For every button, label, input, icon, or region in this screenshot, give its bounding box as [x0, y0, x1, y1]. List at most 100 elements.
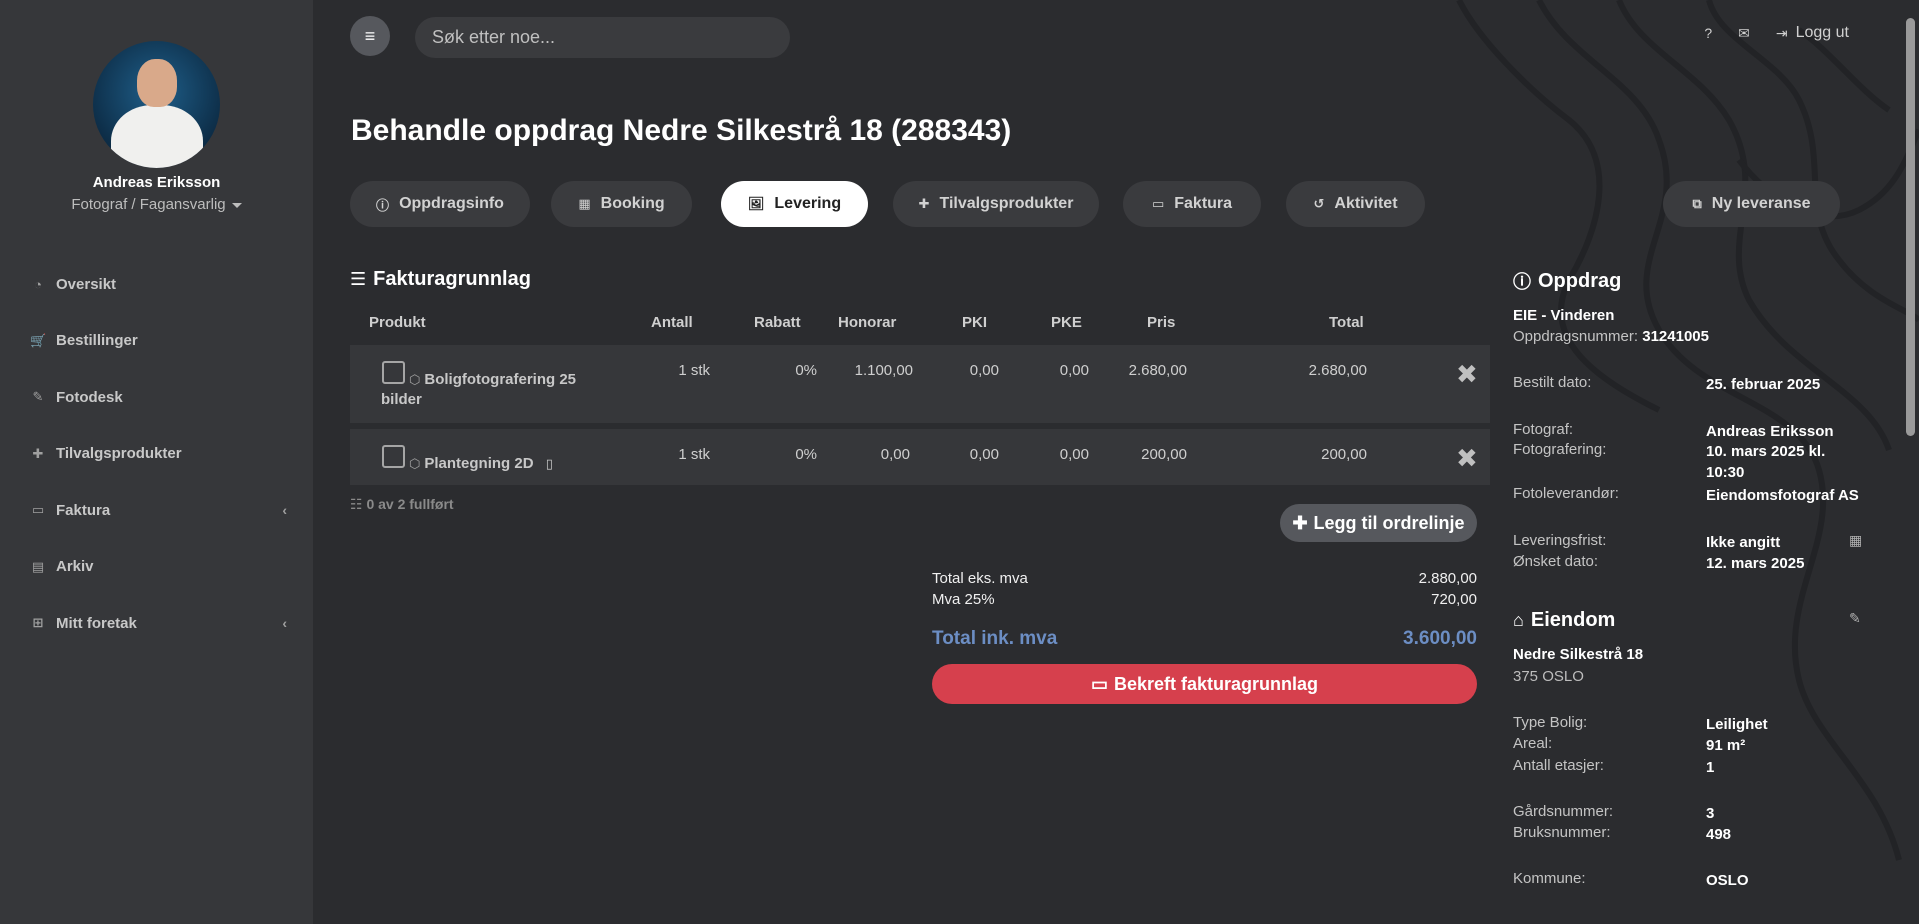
client-name: EIE - Vinderen [1513, 307, 1615, 324]
property-area-label: Areal: [1513, 735, 1553, 752]
logout-button[interactable]: ⇥ Logg ut [1776, 24, 1849, 42]
add-order-line-button[interactable]: ✚ Legg til ordrelinje [1280, 504, 1477, 542]
table-row: ⬡ Plantegning 2D ▯ 1 stk 0% 0,00 0,00 0,0… [350, 429, 1490, 485]
column-header: Produkt [369, 314, 426, 331]
sign-out-icon: ⇥ [1775, 24, 1788, 41]
delivery-deadline-label: Leveringsfrist: [1513, 532, 1607, 549]
top-actions: ? ✉ ⇥ Logg ut [1704, 24, 1849, 42]
caret-down-icon [231, 202, 242, 208]
search-input[interactable] [415, 17, 790, 58]
tab-label: Booking [600, 195, 665, 212]
vat-value: 720,00 [1431, 591, 1477, 608]
history-icon: ↺ [1313, 196, 1325, 211]
product-name-line1: Plantegning 2D [424, 455, 534, 472]
wished-date-value: 12. mars 2025 [1706, 555, 1805, 572]
credit-card-icon: ▭ [31, 502, 45, 518]
brush-icon: ✎ [32, 389, 44, 405]
property-address: Nedre Silkestrå 18 [1513, 646, 1644, 663]
total-cell: 2.680,00 [1308, 362, 1367, 379]
tab-booking[interactable]: ▦ Booking [551, 181, 692, 227]
assignment-heading: ⓘ Oppdrag [1513, 268, 1621, 294]
calendar-icon[interactable]: ▦ [1849, 532, 1862, 549]
municipality-value: OSLO [1706, 872, 1749, 889]
help-icon[interactable]: ? [1704, 25, 1712, 41]
property-heading: ⌂ Eiendom [1513, 609, 1615, 632]
column-header: PKE [1051, 314, 1082, 331]
sidebar-item-fotodesk[interactable]: ✎ Fotodesk [0, 369, 313, 426]
delete-row-button[interactable]: ✖ [1456, 445, 1478, 471]
photo-supplier-value: Eiendomsfotograf AS [1706, 487, 1859, 504]
pke-cell: 0,00 [1059, 362, 1089, 379]
add-order-line-label: Legg til ordrelinje [1313, 512, 1465, 533]
cube-icon: ⬡ [409, 372, 421, 387]
property-type-value: Leilighet [1706, 716, 1768, 733]
total-inc-vat-row: Total ink. mva 3.600,00 [932, 628, 1477, 650]
property-type: Type Bolig: Leilighet [1513, 714, 1873, 733]
farm-number: Gårdsnummer: 3 [1513, 803, 1873, 822]
dashboard-icon: ◔ [34, 276, 42, 292]
column-header: Pris [1147, 314, 1176, 331]
property-title: Eiendom [1530, 609, 1616, 631]
tab-oppdragsinfo[interactable]: ⓘ Oppdragsinfo [350, 181, 530, 227]
cart-icon: 🛒 [30, 332, 47, 348]
shoot-time-label: Fotografering: [1513, 441, 1607, 458]
fee-cell: 1.100,00 [854, 362, 913, 379]
municipality-label: Kommune: [1513, 870, 1586, 887]
photographer: Fotograf: Andreas Eriksson [1513, 421, 1873, 440]
avatar[interactable] [93, 41, 220, 168]
tab-faktura[interactable]: ▭ Faktura [1123, 181, 1261, 227]
tab-label: Ny leveranse [1711, 195, 1811, 212]
copy-icon: ⧉ [1692, 196, 1702, 211]
info-icon: ⓘ [376, 197, 390, 213]
product-name-line1: Boligfotografering 25 [424, 371, 577, 388]
tab-tilvalgsprodukter[interactable]: ✚ Tilvalgsprodukter [893, 181, 1099, 227]
confirm-invoice-button[interactable]: ▭ Bekreft fakturagrunnlag [932, 664, 1477, 704]
completion-label: 0 av 2 fullført [366, 496, 454, 512]
ordered-date-label: Bestilt dato: [1513, 374, 1592, 391]
property-area: Areal: 91 m² [1513, 735, 1873, 754]
sidebar-item-oversikt[interactable]: ◔ Oversikt [0, 256, 313, 313]
sidebar-nav: ◔ Oversikt 🛒 Bestillinger ✎ Fotodesk ✚ Tilva… [0, 256, 313, 652]
usage-number: Bruksnummer: 498 [1513, 824, 1873, 843]
sidebar: Andreas Eriksson Fotograf / Fagansvarlig… [0, 0, 313, 924]
mobile-icon: ▯ [545, 456, 553, 471]
sidebar-item-arkiv[interactable]: ▤ Arkiv [0, 539, 313, 596]
sidebar-item-faktura[interactable]: ▭ Faktura ‹ [0, 482, 313, 539]
discount-cell: 0% [795, 362, 817, 379]
tasks-icon: ☷ [350, 496, 363, 512]
page-scrollbar[interactable] [1906, 18, 1915, 436]
wished-date: Ønsket dato: 12. mars 2025 [1513, 553, 1873, 572]
tab-levering[interactable]: 🖼 Levering [721, 181, 868, 227]
mail-icon[interactable]: ✉ [1738, 25, 1750, 42]
invoice-title-label: Fakturagrunnlag [373, 268, 531, 290]
user-role-dropdown[interactable]: Fotograf / Fagansvarlig [0, 196, 313, 213]
column-header: Honorar [838, 314, 897, 331]
total-inc-vat-value: 3.600,00 [1403, 628, 1477, 649]
assignment-number: Oppdragsnummer: 31241005 [1513, 328, 1709, 345]
municipality: Kommune: OSLO [1513, 870, 1873, 889]
invoice-table-header: Produkt Antall Rabatt Honorar PKI PKE Pr… [350, 312, 1490, 334]
main-content: ≡ ? ✉ ⇥ Logg ut Behandle oppdrag Nedre Si… [313, 0, 1919, 924]
sidebar-item-bestillinger[interactable]: 🛒 Bestillinger [0, 313, 313, 370]
user-role-label: Fotograf / Fagansvarlig [71, 196, 226, 213]
assignment-title: Oppdrag [1538, 269, 1622, 292]
total-ex-vat-row: Total eks. mva 2.880,00 [932, 570, 1477, 587]
sidebar-item-label: Arkiv [56, 558, 94, 576]
sidebar-item-mitt-foretak[interactable]: ⊞ Mitt foretak ‹ [0, 595, 313, 652]
sidebar-item-tilvalgsprodukter[interactable]: ✚ Tilvalgsprodukter [0, 426, 313, 483]
new-delivery-button[interactable]: ⧉ Ny leveranse [1663, 181, 1840, 227]
delete-row-button[interactable]: ✖ [1456, 361, 1478, 387]
edit-icon[interactable]: ✎ [1849, 610, 1861, 627]
tab-aktivitet[interactable]: ↺ Aktivitet [1286, 181, 1425, 227]
menu-toggle-button[interactable]: ≡ [350, 16, 390, 56]
photographer-value: Andreas Eriksson [1706, 423, 1834, 440]
tab-label: Tilvalgsprodukter [939, 195, 1074, 212]
photo-supplier-label: Fotoleverandør: [1513, 485, 1619, 502]
property-type-label: Type Bolig: [1513, 714, 1588, 731]
credit-card-icon: ▭ [1151, 196, 1165, 211]
product-name: ⬡ Boligfotografering 25 bilder [381, 370, 576, 410]
plus-icon: ✚ [32, 445, 44, 461]
sidebar-item-label: Oversikt [56, 275, 117, 293]
discount-cell: 0% [795, 446, 817, 463]
vat-row: Mva 25% 720,00 [932, 591, 1477, 608]
